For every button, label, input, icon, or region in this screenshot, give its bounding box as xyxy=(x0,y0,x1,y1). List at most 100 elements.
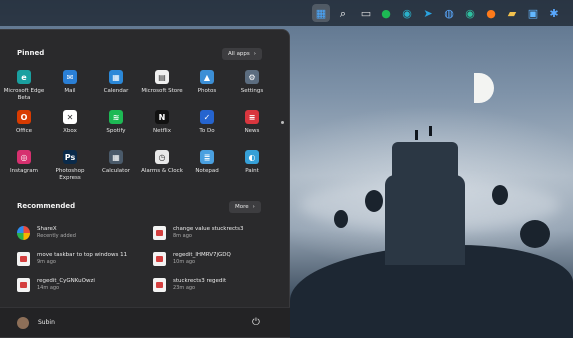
pinned-app-label: Microsoft Store xyxy=(141,88,183,94)
notepad-icon: ≣ xyxy=(200,150,214,164)
task-view-icon[interactable]: ▭ xyxy=(357,4,375,22)
pinned-app-label: Mail xyxy=(64,88,76,94)
recommended-item-name: stuckrects3 regedit xyxy=(173,278,227,284)
chevron-right-icon: › xyxy=(252,204,255,210)
settings-icon: ⚙ xyxy=(245,70,259,84)
chevron-right-icon: › xyxy=(253,51,256,57)
pinned-app[interactable]: ⚙ Settings xyxy=(229,70,275,112)
pinned-app-label: Alarms & Clock xyxy=(141,168,183,174)
recommended-item-time: 8m ago xyxy=(173,233,192,239)
recommended-item-time: 23m ago xyxy=(173,285,196,291)
reg-file-icon xyxy=(153,278,166,292)
pinned-app[interactable]: N Netflix xyxy=(139,110,185,152)
recommended-item[interactable]: regedit_lHMRV7jGDQ 10m ago xyxy=(153,249,231,269)
pinned-app[interactable]: ✕ Xbox xyxy=(47,110,93,152)
reg-file-icon xyxy=(153,252,166,266)
pinned-app-label: To Do xyxy=(199,128,215,134)
user-name[interactable]: Subin xyxy=(38,319,55,326)
spotify-icon: ≋ xyxy=(109,110,123,124)
pinned-app[interactable]: ≡ News xyxy=(229,110,275,152)
start-footer: Subin ⏻ xyxy=(0,307,290,337)
edge-icon[interactable]: ◉ xyxy=(398,4,416,22)
pinned-app[interactable]: e Microsoft Edge Beta xyxy=(1,70,47,112)
recommended-item-name: regedit_CyGNKuOwzi xyxy=(37,278,95,284)
pinned-app-label: Xbox xyxy=(63,128,77,134)
pinned-app-label: Notepad xyxy=(195,168,219,174)
pinned-app-label: Netflix xyxy=(153,128,171,134)
person-silhouette xyxy=(429,126,432,136)
xbox-icon: ✕ xyxy=(63,110,77,124)
sharex-icon xyxy=(17,226,30,240)
recommended-item-name: regedit_lHMRV7jGDQ xyxy=(173,252,231,258)
recommended-item[interactable]: ShareX Recently added xyxy=(17,223,76,243)
pinned-app[interactable]: ▲ Photos xyxy=(184,70,230,112)
calendar-icon: ▦ xyxy=(109,70,123,84)
recommended-item[interactable]: move taskbar to top windows 11 9m ago xyxy=(17,249,127,269)
pinned-app[interactable]: ◎ Instagram xyxy=(1,150,47,192)
avatar[interactable] xyxy=(17,317,29,329)
all-apps-button[interactable]: All apps › xyxy=(222,48,262,60)
pinned-app-label: Calculator xyxy=(102,168,130,174)
pinned-app[interactable]: ◐ Paint xyxy=(229,150,275,192)
pinned-app-label: Paint xyxy=(245,168,259,174)
pinned-title: Pinned xyxy=(17,49,45,57)
pinned-app[interactable]: O Office xyxy=(1,110,47,152)
pinned-app[interactable]: ▤ Microsoft Store xyxy=(139,70,185,112)
tree xyxy=(520,220,550,248)
tree xyxy=(334,210,348,228)
edge-beta-icon: e xyxy=(17,70,31,84)
office-icon: O xyxy=(17,110,31,124)
pinned-app[interactable]: ▦ Calculator xyxy=(93,150,139,192)
photos-icon: ▲ xyxy=(200,70,214,84)
recommended-item-time: 14m ago xyxy=(37,285,60,291)
pinned-app[interactable]: Ps Photoshop Express xyxy=(47,150,93,192)
recommended-item-time: 10m ago xyxy=(173,259,196,265)
file-explorer-icon[interactable]: ▰ xyxy=(503,4,521,22)
pinned-app-label: Calendar xyxy=(103,88,129,94)
settings-gear-icon[interactable]: ✱ xyxy=(545,4,563,22)
calculator-icon: ▦ xyxy=(109,150,123,164)
moon xyxy=(474,73,494,103)
start-icon[interactable]: ▦ xyxy=(312,4,330,22)
spotify-icon[interactable]: ● xyxy=(377,4,395,22)
power-icon[interactable]: ⏻ xyxy=(250,317,262,329)
all-apps-label: All apps xyxy=(228,51,250,57)
page-indicator[interactable] xyxy=(281,121,284,124)
paint-icon: ◐ xyxy=(245,150,259,164)
todo-icon: ✓ xyxy=(200,110,214,124)
reg-file-icon xyxy=(17,252,30,266)
more-button[interactable]: More › xyxy=(229,201,261,213)
recommended-item-name: ShareX xyxy=(37,226,57,232)
pinned-app[interactable]: ≣ Notepad xyxy=(184,150,230,192)
reg-file-icon xyxy=(153,226,166,240)
start-menu: Pinned All apps › e Microsoft Edge Beta ✉ M… xyxy=(0,29,290,338)
netflix-icon: N xyxy=(155,110,169,124)
news-icon: ≡ xyxy=(245,110,259,124)
pinned-app-label: Photoshop Express xyxy=(55,168,85,181)
clock-icon: ◷ xyxy=(155,150,169,164)
pinned-app[interactable]: ◷ Alarms & Clock xyxy=(139,150,185,192)
pinned-app[interactable]: ≋ Spotify xyxy=(93,110,139,152)
recommended-item[interactable]: regedit_CyGNKuOwzi 14m ago xyxy=(17,275,95,295)
recommended-item[interactable]: stuckrects3 regedit 23m ago xyxy=(153,275,226,295)
recommended-title: Recommended xyxy=(17,202,76,210)
pinned-app[interactable]: ✉ Mail xyxy=(47,70,93,112)
telegram-icon[interactable]: ➤ xyxy=(419,4,437,22)
wifi-app-icon[interactable]: ◍ xyxy=(440,4,458,22)
firefox-icon[interactable]: ● xyxy=(482,4,500,22)
photos-icon[interactable]: ▣ xyxy=(524,4,542,22)
mail-icon: ✉ xyxy=(63,70,77,84)
recommended-item[interactable]: change value stuckrects3 8m ago xyxy=(153,223,244,243)
pinned-app[interactable]: ▦ Calendar xyxy=(93,70,139,112)
pinned-app-label: Microsoft Edge Beta xyxy=(3,88,45,101)
tree xyxy=(492,185,508,205)
search-icon[interactable]: ⌕ xyxy=(334,4,352,22)
photoshop-icon: Ps xyxy=(63,150,77,164)
pinned-app-label: Settings xyxy=(240,88,264,94)
taskbar: ▦ ⌕ ▭ ● ◉ ➤ ◍ ◉ ● ▰ ▣ ✱ xyxy=(0,0,573,26)
reg-file-icon xyxy=(17,278,30,292)
pinned-app[interactable]: ✓ To Do xyxy=(184,110,230,152)
store-icon: ▤ xyxy=(155,70,169,84)
tree xyxy=(365,190,383,212)
edge-beta-icon[interactable]: ◉ xyxy=(461,4,479,22)
